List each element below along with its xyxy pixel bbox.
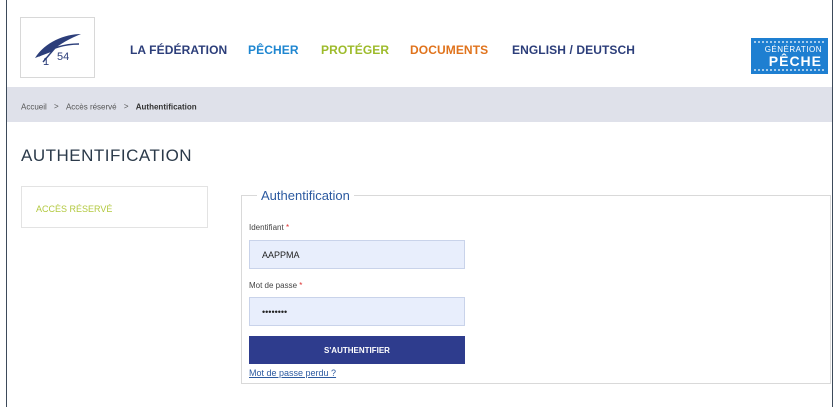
- sidebar-link-acces-reserve[interactable]: ACCÈS RÉSERVÉ: [36, 204, 112, 214]
- nav-la-federation[interactable]: LA FÉDÉRATION: [130, 43, 227, 57]
- nav-english-deutsch[interactable]: ENGLISH / DEUTSCH: [512, 43, 635, 57]
- required-star: *: [285, 223, 290, 232]
- badge-dots-top: [754, 41, 825, 43]
- nav-pecher[interactable]: PÊCHER: [248, 43, 299, 57]
- generation-peche-badge[interactable]: GÉNÉRATION PÊCHE: [751, 38, 828, 74]
- breadcrumb: Accueil > Accès réservé > Authentificati…: [7, 87, 832, 122]
- required-star: *: [299, 281, 303, 290]
- sidebar-box: ACCÈS RÉSERVÉ: [21, 186, 208, 228]
- badge-line2: PÊCHE: [768, 53, 822, 69]
- site-header: 1 54 LA FÉDÉRATION PÊCHER PROTÉGER DOCUM…: [7, 0, 832, 87]
- identifiant-input[interactable]: [249, 240, 465, 269]
- nav-documents[interactable]: DOCUMENTS: [410, 43, 488, 57]
- breadcrumb-home[interactable]: Accueil: [21, 102, 47, 111]
- logo-number: 54: [57, 51, 70, 63]
- form-legend: Authentification: [261, 188, 350, 203]
- identifiant-label-text: Identifiant: [249, 223, 284, 232]
- password-label: Mot de passe *: [249, 281, 302, 290]
- site-logo[interactable]: 1 54: [20, 17, 95, 78]
- badge-dots-bottom: [754, 69, 825, 71]
- password-label-text: Mot de passe: [249, 281, 298, 290]
- login-button[interactable]: S'AUTHENTIFIER: [249, 336, 465, 364]
- page-title: AUTHENTIFICATION: [21, 146, 193, 165]
- breadcrumb-separator: >: [54, 102, 59, 112]
- breadcrumb-separator: >: [123, 102, 129, 112]
- identifiant-label: Identifiant *: [249, 223, 289, 232]
- auth-form: Authentification Identifiant * Mot de pa…: [241, 188, 831, 384]
- password-input[interactable]: [249, 297, 465, 326]
- breadcrumb-current: Authentification: [135, 102, 197, 112]
- page-frame: 1 54 LA FÉDÉRATION PÊCHER PROTÉGER DOCUM…: [6, 0, 833, 407]
- svg-text:1: 1: [43, 56, 49, 68]
- fish-logo-icon: 1: [35, 34, 81, 68]
- nav-proteger[interactable]: PROTÉGER: [321, 43, 389, 57]
- lost-password-link[interactable]: Mot de passe perdu ?: [249, 368, 336, 378]
- breadcrumb-section[interactable]: Accès réservé: [66, 102, 117, 111]
